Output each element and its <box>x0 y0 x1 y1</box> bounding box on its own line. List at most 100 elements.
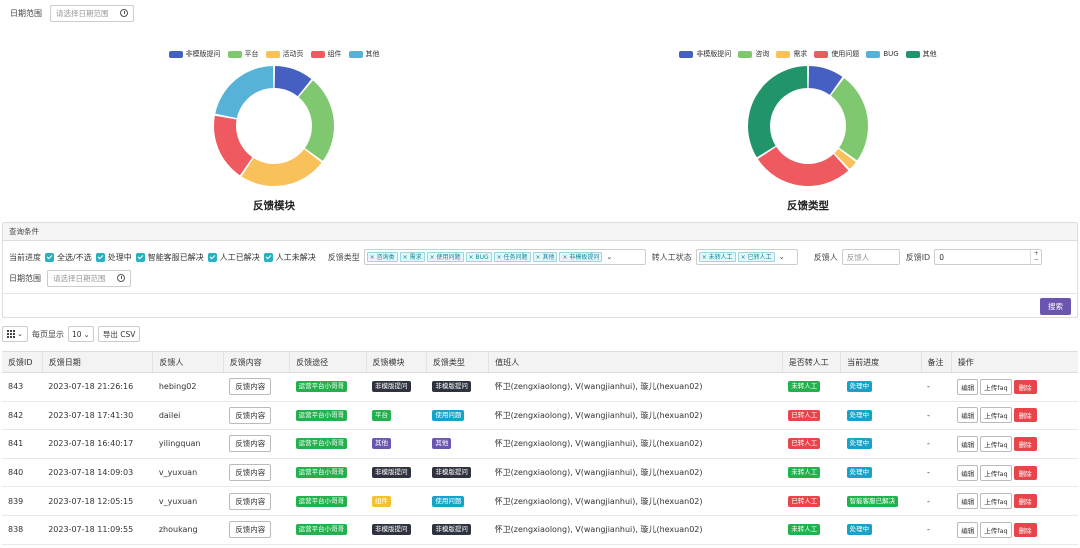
legend-swatch <box>679 50 694 58</box>
column-toggle-button[interactable]: ⌄ <box>2 326 28 342</box>
cell-module: 平台 <box>366 401 427 431</box>
donut-slice[interactable] <box>757 146 849 187</box>
legend-item[interactable]: 平台 <box>227 49 259 59</box>
feedback-content-button[interactable]: 反馈内容 <box>229 378 272 396</box>
selected-tag[interactable]: × 非模板提问 <box>559 252 603 262</box>
chevron-down-icon: ⌄ <box>17 330 23 338</box>
legend-swatch <box>265 50 280 58</box>
delete-button[interactable]: 删除 <box>1013 408 1037 423</box>
delete-button[interactable]: 删除 <box>1013 465 1037 480</box>
selected-tag[interactable]: × 任务问题 <box>493 252 531 262</box>
column-header[interactable]: 反馈途径 <box>289 351 367 373</box>
donut-slice[interactable] <box>298 80 334 161</box>
column-header[interactable]: 值班人 <box>488 351 783 373</box>
selected-tag[interactable]: × 咨询类 <box>366 252 398 262</box>
upload-faq-button[interactable]: 上传faq <box>980 493 1012 510</box>
cell-type: 非模版提问 <box>426 372 489 402</box>
progress-checkbox[interactable]: 处理中 <box>95 252 132 263</box>
donut-slice[interactable] <box>830 78 868 161</box>
feedback-person-input[interactable]: 反馈人 <box>841 249 900 265</box>
column-header[interactable]: 反馈类型 <box>426 351 490 373</box>
module-badge: 其他 <box>372 438 391 450</box>
legend-item[interactable]: 非模版提问 <box>679 49 731 59</box>
column-header[interactable]: 备注 <box>921 351 952 373</box>
cell-actions: 编辑 上传faq 删除 <box>951 429 1078 459</box>
feedback-content-button[interactable]: 反馈内容 <box>229 521 272 539</box>
cell-channel: 运营平台小哥哥 <box>289 372 366 402</box>
donut-slice[interactable] <box>748 66 808 158</box>
cell-manual: 未转人工 <box>782 515 841 545</box>
feedback-person-placeholder: 反馈人 <box>846 252 870 262</box>
upload-faq-button[interactable]: 上传faq <box>980 464 1012 481</box>
legend-item[interactable]: 非模版提问 <box>168 49 221 59</box>
edit-button[interactable]: 编辑 <box>957 407 979 424</box>
column-header[interactable]: 反馈模块 <box>366 351 427 373</box>
cell-user: yilingquan <box>152 429 224 459</box>
legend-item[interactable]: BUG <box>866 50 899 58</box>
donut-slice[interactable] <box>215 66 274 119</box>
edit-button[interactable]: 编辑 <box>957 521 979 538</box>
legend-item[interactable]: 其他 <box>905 49 937 59</box>
edit-button[interactable]: 编辑 <box>957 493 979 510</box>
upload-faq-button[interactable]: 上传faq <box>980 435 1012 452</box>
upload-faq-button[interactable]: 上传faq <box>980 521 1012 538</box>
delete-button[interactable]: 删除 <box>1013 436 1037 451</box>
column-header[interactable]: 反馈ID <box>2 351 43 373</box>
feedback-content-button[interactable]: 反馈内容 <box>229 435 272 453</box>
column-header[interactable]: 操作 <box>951 351 1078 373</box>
legend-swatch <box>814 50 829 58</box>
donut-slice[interactable] <box>241 149 322 186</box>
legend-item[interactable]: 组件 <box>310 49 342 59</box>
column-header[interactable]: 是否转人工 <box>782 351 842 373</box>
legend-label: 非模版提问 <box>696 50 732 58</box>
progress-checkbox[interactable]: 人工未解决 <box>263 252 316 263</box>
column-header[interactable]: 反馈日期 <box>42 351 154 373</box>
cell-manual: 已转人工 <box>782 401 841 431</box>
delete-button[interactable]: 删除 <box>1013 379 1037 394</box>
cell-progress: 智能客服已解决 <box>840 486 922 516</box>
upload-faq-button[interactable]: 上传faq <box>980 407 1012 424</box>
search-button[interactable]: 搜索 <box>1040 298 1071 315</box>
query-date-input[interactable]: 请选择日期范围 <box>47 269 131 287</box>
progress-checkbox[interactable]: 全选/不选 <box>45 252 92 263</box>
cell-note: - <box>921 429 952 459</box>
feedback-id-input[interactable]: 0 + − <box>934 249 1043 265</box>
table-row: 843 2023-07-18 21:26:16 hebing02 反馈内容 运营平台小哥… <box>2 372 1078 402</box>
selected-tag[interactable]: × BUG <box>465 252 492 262</box>
per-page-select[interactable]: 10 ⌄ <box>68 326 94 342</box>
selected-tag[interactable]: × 需求 <box>399 252 425 262</box>
edit-button[interactable]: 编辑 <box>957 435 979 452</box>
export-csv-button[interactable]: 导出 CSV <box>97 326 141 342</box>
date-range-input[interactable]: 请选择日期范围 <box>50 4 134 22</box>
legend-item[interactable]: 使用问题 <box>814 49 859 59</box>
selected-tag[interactable]: × 已转人工 <box>737 252 775 262</box>
column-header[interactable]: 反馈内容 <box>223 351 291 373</box>
edit-button[interactable]: 编辑 <box>957 464 979 481</box>
selected-tag[interactable]: × 未转人工 <box>698 252 736 262</box>
legend-item[interactable]: 活动页 <box>265 49 304 59</box>
progress-checkbox[interactable]: 人工已解决 <box>207 252 260 263</box>
legend-item[interactable]: 其他 <box>348 49 380 59</box>
manual-status-badge: 已转人工 <box>788 495 821 507</box>
feedback-content-button[interactable]: 反馈内容 <box>229 464 272 482</box>
upload-faq-button[interactable]: 上传faq <box>980 378 1012 395</box>
cell-actions: 编辑 上传faq 删除 <box>951 372 1078 402</box>
number-stepper[interactable]: + − <box>1030 250 1041 264</box>
delete-button[interactable]: 删除 <box>1013 494 1037 509</box>
feedback-content-button[interactable]: 反馈内容 <box>229 492 272 510</box>
legend-item[interactable]: 咨询 <box>738 49 769 59</box>
legend-item[interactable]: 需求 <box>776 49 807 59</box>
delete-button[interactable]: 删除 <box>1013 522 1037 537</box>
column-header[interactable]: 当前进度 <box>840 351 922 373</box>
feedback-type-multiselect[interactable]: × 咨询类 × 需求 × 使用问题 × BUG × 任务问题 × 其他 × 非模板提问 ⌄ <box>363 249 646 265</box>
progress-checkbox[interactable]: 智能客服已解决 <box>135 252 204 263</box>
donut-slice[interactable] <box>214 115 253 176</box>
column-header[interactable]: 反馈人 <box>152 351 224 373</box>
manual-status-multiselect[interactable]: × 未转人工 × 已转人工 ⌄ <box>695 249 798 265</box>
feedback-content-button[interactable]: 反馈内容 <box>229 406 272 424</box>
selected-tag[interactable]: × 其他 <box>532 252 558 262</box>
progress-badge: 处理中 <box>846 467 873 479</box>
edit-button[interactable]: 编辑 <box>957 378 979 395</box>
selected-tag[interactable]: × 使用问题 <box>426 252 464 262</box>
feedback-table: 反馈ID 反馈日期 反馈人 反馈内容 反馈途径 反馈模块 反馈类型 值班人 是否转人工 当前进度备… <box>2 351 1078 545</box>
